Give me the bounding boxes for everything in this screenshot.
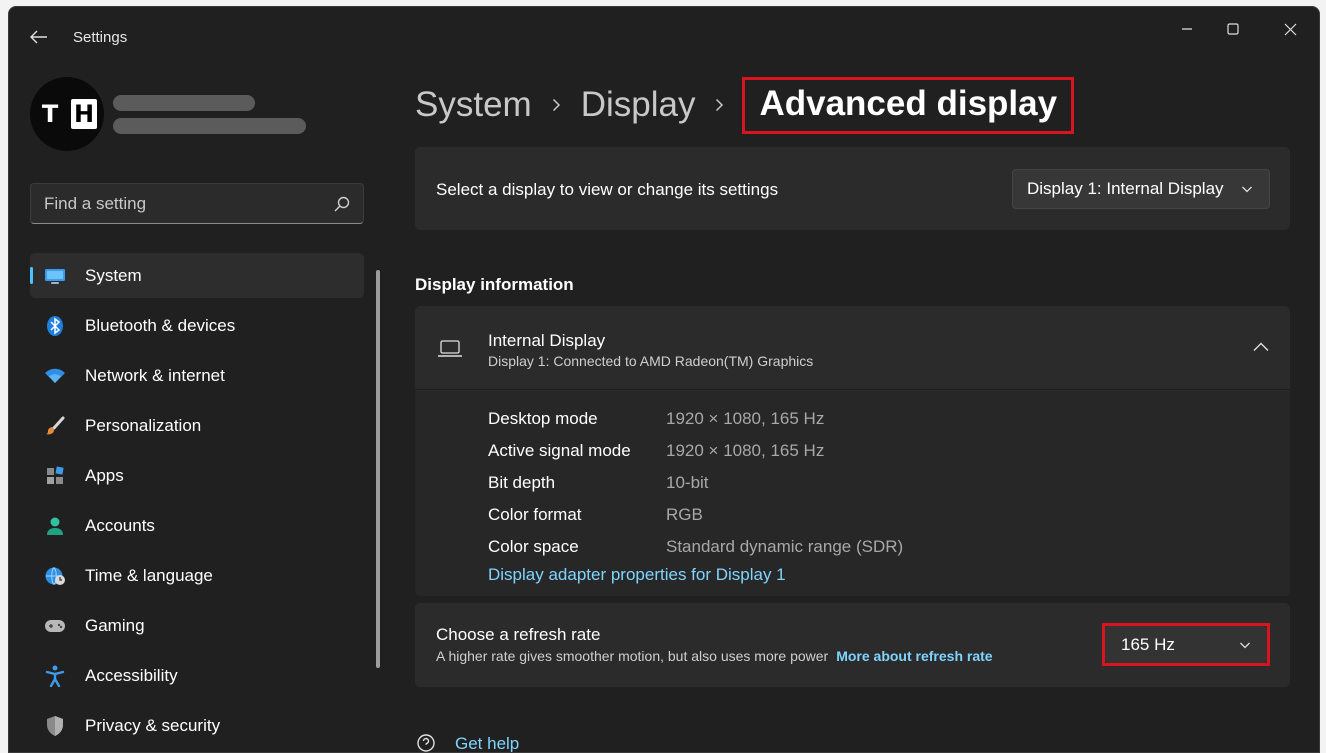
avatar-letter: H: [71, 99, 97, 129]
get-help-link[interactable]: Get help: [415, 731, 520, 753]
sidebar-item-label: Personalization: [85, 416, 202, 435]
refresh-rate-description: A higher rate gives smoother motion, but…: [436, 648, 993, 664]
sidebar-item-time-language[interactable]: Time & language: [30, 553, 364, 598]
sidebar-item-privacy-security[interactable]: Privacy & security: [30, 703, 364, 748]
close-button[interactable]: [1267, 12, 1313, 46]
sidebar-item-accessibility[interactable]: Accessibility: [30, 653, 364, 698]
refresh-rate-title: Choose a refresh rate: [436, 625, 601, 644]
selection-indicator: [30, 267, 33, 284]
sidebar-item-label: Network & internet: [85, 366, 225, 385]
display-info-title: Internal Display: [488, 331, 606, 350]
minimize-icon: [1182, 28, 1192, 30]
gamepad-icon: [44, 615, 66, 637]
bluetooth-icon: [44, 315, 66, 337]
breadcrumb-item-system[interactable]: System: [415, 85, 532, 125]
display-information-card: Internal Display Display 1: Connected to…: [415, 306, 1290, 596]
avatar-letter: T: [37, 99, 63, 129]
display-dropdown[interactable]: Display 1: Internal Display: [1012, 169, 1270, 209]
back-button[interactable]: [27, 25, 51, 49]
breadcrumb-item-display[interactable]: Display: [581, 85, 696, 125]
display-selector-label: Select a display to view or change its s…: [436, 180, 779, 199]
info-value: Standard dynamic range (SDR): [666, 537, 904, 556]
chevron-up-icon[interactable]: [1252, 340, 1270, 354]
apps-icon: [44, 465, 66, 487]
minimize-button[interactable]: [1164, 12, 1210, 46]
sidebar-item-personalization[interactable]: Personalization: [30, 403, 364, 448]
sidebar-scrollbar[interactable]: [376, 270, 380, 668]
monitor-icon: [44, 265, 66, 287]
info-key: Desktop mode: [488, 409, 598, 428]
refresh-rate-dropdown[interactable]: 165 Hz: [1105, 626, 1267, 663]
more-about-refresh-rate-link[interactable]: More about refresh rate: [836, 648, 992, 664]
globe-clock-icon: [44, 565, 66, 587]
shield-icon: [44, 715, 66, 737]
sidebar-item-label: Privacy & security: [85, 716, 221, 735]
page-title: Advanced display: [742, 76, 1075, 134]
section-title-display-information: Display information: [415, 275, 574, 294]
sidebar-item-label: Time & language: [85, 566, 213, 585]
wifi-icon: [44, 365, 66, 387]
info-value: 10-bit: [666, 473, 709, 492]
display-info-subtitle: Display 1: Connected to AMD Radeon(TM) G…: [488, 353, 814, 369]
avatar[interactable]: T H: [30, 77, 104, 151]
display-dropdown-value: Display 1: Internal Display: [1027, 179, 1224, 198]
close-icon: [1284, 23, 1296, 35]
info-value: 1920 × 1080, 165 Hz: [666, 441, 825, 460]
arrow-left-icon: [30, 30, 47, 44]
sidebar-item-gaming[interactable]: Gaming: [30, 603, 364, 648]
sidebar-item-apps[interactable]: Apps: [30, 453, 364, 498]
chevron-right-icon: [715, 98, 724, 112]
info-key: Color format: [488, 505, 582, 524]
sidebar-item-label: Accessibility: [85, 666, 178, 685]
app-title: Settings: [73, 29, 128, 46]
accessibility-icon: [44, 665, 66, 687]
chevron-down-icon: [1240, 642, 1250, 649]
search-input[interactable]: [31, 184, 363, 223]
sidebar-item-system[interactable]: System: [30, 253, 364, 298]
profile-name-redacted: [113, 95, 255, 111]
profile-email-redacted: [113, 118, 306, 134]
display-info-body: Desktop mode 1920 × 1080, 165 Hz Active …: [415, 391, 1290, 596]
sidebar-item-label: Apps: [85, 466, 124, 485]
sidebar-item-network[interactable]: Network & internet: [30, 353, 364, 398]
info-value: 1920 × 1080, 165 Hz: [666, 409, 825, 428]
refresh-rate-card: Choose a refresh rate A higher rate give…: [415, 603, 1290, 687]
search-icon[interactable]: [333, 195, 351, 213]
display-info-header[interactable]: Internal Display Display 1: Connected to…: [415, 306, 1290, 390]
title-bar: Settings: [9, 7, 1319, 51]
search-box[interactable]: [30, 183, 364, 224]
info-key: Active signal mode: [488, 441, 631, 460]
breadcrumb: System Display Advanced display: [415, 76, 1075, 134]
info-value: RGB: [666, 505, 703, 524]
maximize-icon: [1227, 23, 1239, 35]
sidebar-item-label: System: [85, 266, 142, 285]
display-selector-card: Select a display to view or change its s…: [415, 147, 1290, 230]
display-adapter-properties-link[interactable]: Display adapter properties for Display 1: [488, 565, 786, 585]
help-chat-icon: [417, 734, 435, 752]
sidebar-item-label: Gaming: [85, 616, 145, 635]
maximize-button[interactable]: [1210, 12, 1256, 46]
sidebar-item-label: Bluetooth & devices: [85, 316, 236, 335]
brush-icon: [44, 415, 66, 437]
refresh-rate-description-text: A higher rate gives smoother motion, but…: [436, 648, 829, 664]
person-icon: [44, 515, 66, 537]
sidebar-item-accounts[interactable]: Accounts: [30, 503, 364, 548]
info-key: Color space: [488, 537, 579, 556]
settings-window: Settings T H System Bluetooth & devices: [8, 6, 1320, 753]
chevron-down-icon: [1242, 186, 1252, 193]
sidebar-item-label: Accounts: [85, 516, 155, 535]
chevron-right-icon: [552, 98, 561, 112]
get-help-label: Get help: [455, 734, 520, 753]
refresh-rate-value: 165 Hz: [1121, 634, 1175, 654]
laptop-icon: [438, 340, 462, 357]
sidebar-item-bluetooth[interactable]: Bluetooth & devices: [30, 303, 364, 348]
info-key: Bit depth: [488, 473, 556, 492]
